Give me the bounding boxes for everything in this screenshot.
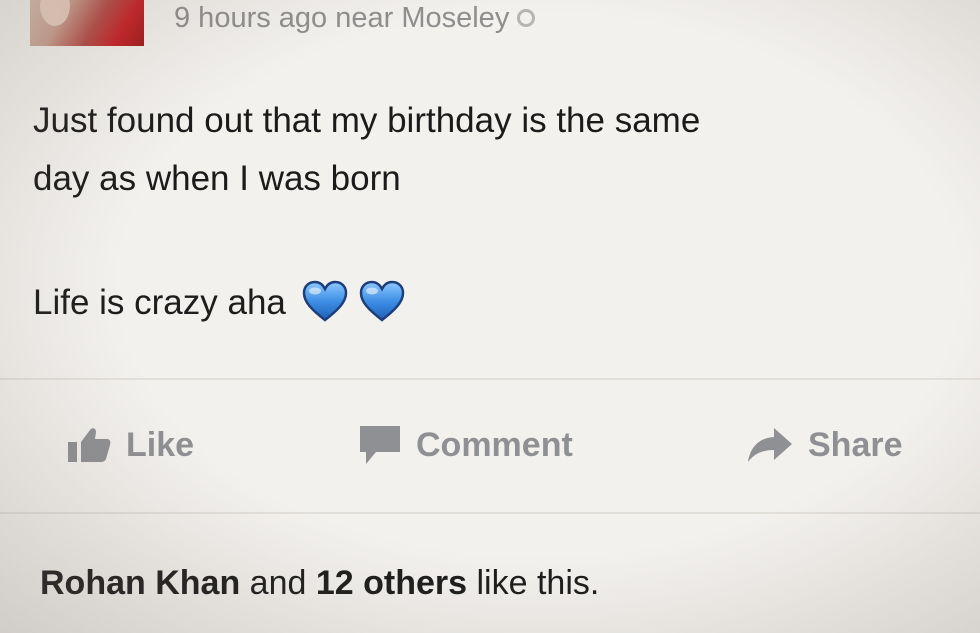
blue-heart-icon (302, 280, 347, 322)
globe-icon (517, 9, 536, 27)
likes-others-link[interactable]: 12 others (316, 564, 467, 602)
divider-bottom (0, 512, 980, 514)
like-label: Like (126, 425, 195, 464)
blue-heart-icon (360, 280, 405, 322)
thumbs-up-icon (68, 428, 111, 462)
post-text-line-2: day as when I was born (33, 159, 401, 198)
post-body: Just found out that my birthday is the s… (33, 92, 953, 208)
post-header: 9 hours ago near Moseley (0, 0, 980, 60)
likes-summary: Rohan Khan and 12 others like this. (40, 558, 599, 608)
post-text-line-1: Just found out that my birthday is the s… (33, 101, 701, 140)
avatar[interactable] (30, 0, 144, 46)
share-button[interactable]: Share (746, 420, 903, 470)
comment-label: Comment (416, 425, 573, 464)
likes-and: and (249, 564, 307, 602)
divider-top (0, 378, 980, 380)
likes-suffix: like this. (476, 564, 600, 602)
share-label: Share (808, 425, 903, 464)
like-button[interactable]: Like (66, 420, 194, 470)
post-text-line-3-row: Life is crazy aha (33, 274, 405, 332)
share-arrow-icon (748, 428, 792, 462)
liker-name[interactable]: Rohan Khan (40, 564, 240, 602)
comment-bubble-icon (360, 426, 400, 464)
comment-button[interactable]: Comment (358, 420, 573, 470)
timestamp[interactable]: 9 hours ago near Moseley (174, 2, 509, 34)
post-text-line-3: Life is crazy aha (33, 283, 286, 322)
post-meta: 9 hours ago near Moseley (174, 0, 536, 36)
